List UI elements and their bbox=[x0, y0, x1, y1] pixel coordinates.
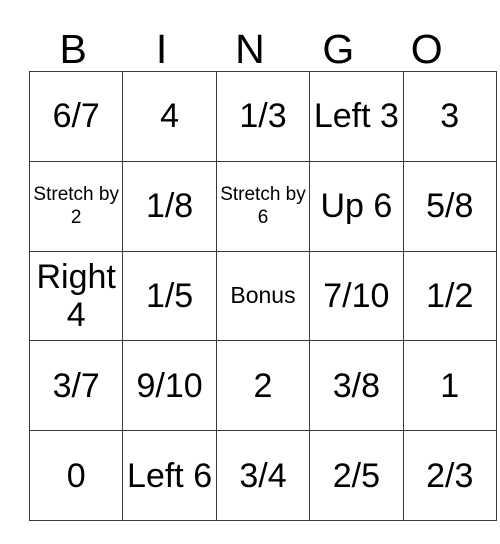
bingo-cell[interactable]: 1/5 bbox=[122, 250, 217, 342]
bingo-cell-label: Up 6 bbox=[320, 187, 393, 226]
bingo-cell[interactable]: 5/8 bbox=[402, 160, 497, 252]
bingo-cell-label: Stretch by 2 bbox=[33, 184, 119, 229]
bingo-row: 6/7 4 1/3 Left 3 3 bbox=[28, 71, 497, 162]
bingo-header-letter-o: O bbox=[410, 26, 443, 72]
bingo-header-letter-g: G bbox=[322, 26, 355, 72]
bingo-card: B I N G O 6/7 4 1/3 Left 3 3 Stretch by … bbox=[28, 20, 497, 521]
bingo-cell[interactable]: Stretch by 2 bbox=[28, 160, 124, 252]
bingo-grid: 6/7 4 1/3 Left 3 3 Stretch by 2 1/8 Stre… bbox=[28, 71, 497, 521]
bingo-cell-label: 3/7 bbox=[52, 366, 100, 405]
bingo-cell[interactable]: 3/8 bbox=[309, 340, 404, 432]
bingo-cell[interactable]: Bonus bbox=[215, 250, 311, 342]
bingo-cell-label: Left 3 bbox=[313, 97, 399, 136]
bingo-cell[interactable]: 2/3 bbox=[402, 430, 497, 521]
bingo-cell-label: 7/10 bbox=[323, 276, 390, 315]
bingo-cell-label: Right 4 bbox=[36, 257, 116, 334]
bingo-row: 0 Left 6 3/4 2/5 2/3 bbox=[28, 430, 497, 521]
bingo-cell[interactable]: 1/2 bbox=[402, 250, 497, 342]
bingo-cell[interactable]: Stretch by 6 bbox=[215, 160, 311, 252]
bingo-header-row: B I N G O bbox=[29, 20, 471, 71]
bingo-cell[interactable]: 2 bbox=[215, 340, 311, 432]
bingo-cell[interactable]: 3 bbox=[402, 71, 497, 162]
bingo-cell[interactable]: 4 bbox=[122, 71, 217, 162]
bingo-cell-label: 3/4 bbox=[239, 456, 287, 495]
bingo-cell[interactable]: Left 6 bbox=[122, 430, 217, 521]
bingo-cell-label: 3/8 bbox=[332, 366, 380, 405]
bingo-cell-label: 2 bbox=[253, 366, 273, 405]
bingo-cell[interactable]: Up 6 bbox=[309, 160, 404, 252]
bingo-cell-label: 3 bbox=[440, 97, 460, 136]
bingo-cell-label: 1/5 bbox=[145, 276, 194, 315]
bingo-cell[interactable]: Left 3 bbox=[309, 71, 404, 162]
bingo-cell[interactable]: 9/10 bbox=[122, 340, 217, 432]
bingo-row: Right 4 1/5 Bonus 7/10 1/2 bbox=[28, 250, 497, 342]
bingo-cell[interactable]: 1 bbox=[402, 340, 497, 432]
bingo-cell-label: 2/3 bbox=[426, 456, 474, 495]
bingo-cell-label: 1/8 bbox=[145, 187, 194, 226]
bingo-cell[interactable]: 0 bbox=[28, 430, 124, 521]
bingo-cell-label: 4 bbox=[160, 97, 180, 136]
bingo-header-letter-n: N bbox=[235, 26, 265, 72]
bingo-cell-label: 2/5 bbox=[332, 456, 380, 495]
bingo-cell[interactable]: 6/7 bbox=[28, 71, 124, 162]
bingo-cell[interactable]: Right 4 bbox=[28, 250, 124, 342]
bingo-cell-label: 0 bbox=[66, 456, 86, 495]
bingo-cell-label: Bonus bbox=[230, 282, 296, 309]
bingo-header-letter-i: I bbox=[155, 26, 168, 72]
bingo-cell-label: 5/8 bbox=[426, 187, 474, 226]
bingo-cell-label: 9/10 bbox=[136, 366, 203, 405]
bingo-row: Stretch by 2 1/8 Stretch by 6 Up 6 5/8 bbox=[28, 160, 497, 252]
bingo-cell-label: 1/2 bbox=[426, 276, 474, 315]
bingo-cell-label: Stretch by 6 bbox=[220, 184, 306, 229]
bingo-header-letter-b: B bbox=[59, 26, 87, 72]
bingo-cell[interactable]: 3/7 bbox=[28, 340, 124, 432]
bingo-cell[interactable]: 2/5 bbox=[309, 430, 404, 521]
bingo-cell-label: 1 bbox=[440, 366, 460, 405]
bingo-cell[interactable]: 1/8 bbox=[122, 160, 217, 252]
bingo-cell[interactable]: 1/3 bbox=[215, 71, 311, 162]
bingo-cell-label: 1/3 bbox=[239, 97, 287, 136]
bingo-cell[interactable]: 3/4 bbox=[215, 430, 311, 521]
bingo-cell[interactable]: 7/10 bbox=[309, 250, 404, 342]
bingo-row: 3/7 9/10 2 3/8 1 bbox=[28, 340, 497, 432]
bingo-cell-label: 6/7 bbox=[52, 97, 100, 136]
bingo-cell-label: Left 6 bbox=[127, 456, 213, 495]
